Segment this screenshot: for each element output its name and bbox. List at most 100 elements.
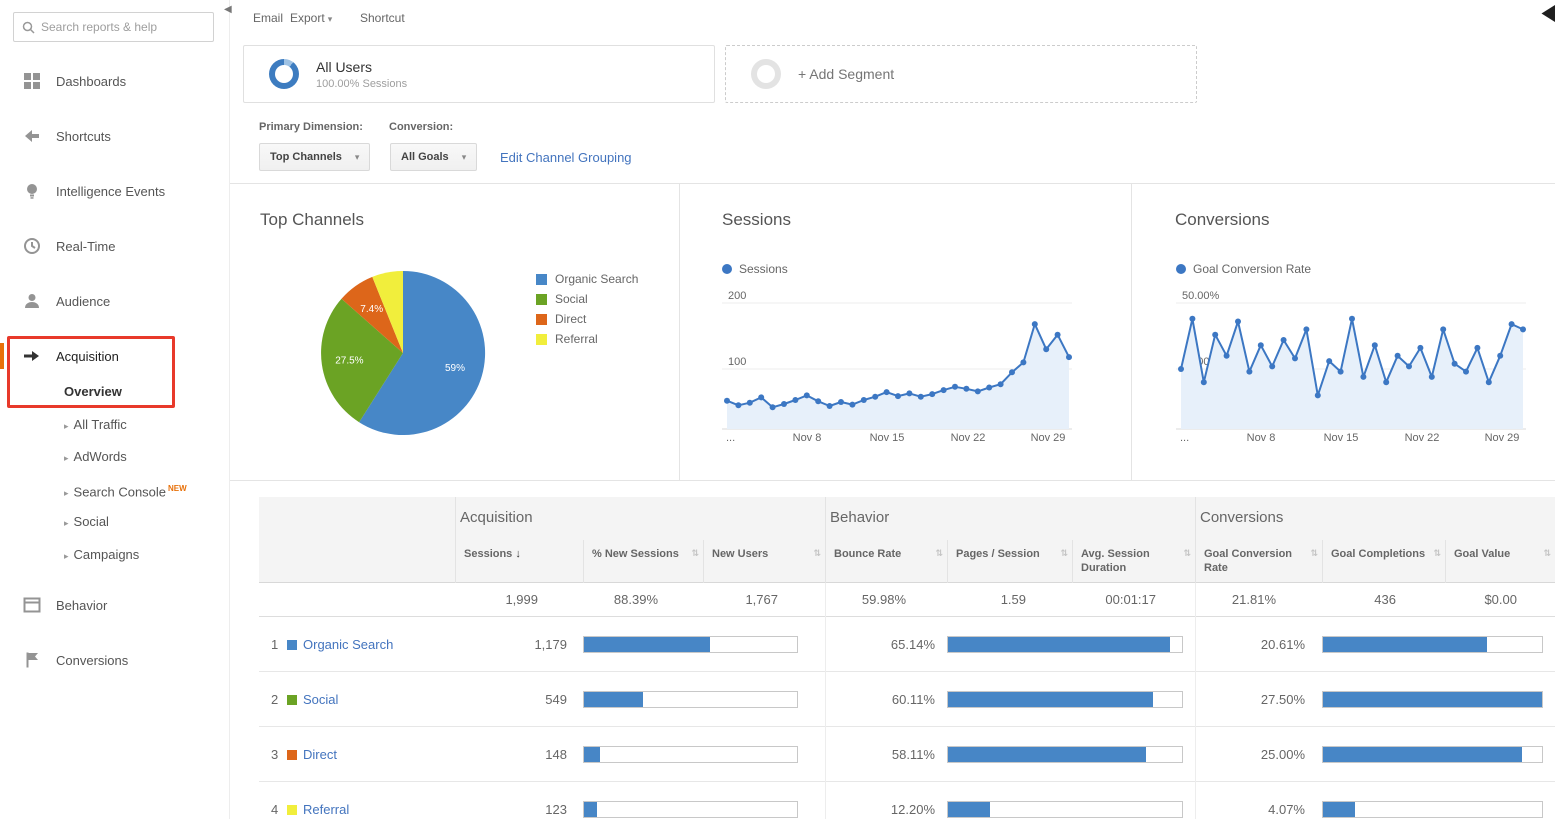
row-rank: 4: [271, 782, 278, 819]
totals-value: $0.00: [1416, 583, 1517, 617]
email-button[interactable]: Email: [253, 11, 283, 25]
edit-channel-grouping-link[interactable]: Edit Channel Grouping: [500, 150, 632, 165]
channel-color-swatch: [287, 640, 297, 650]
sidebar-item-real-time[interactable]: Real-Time: [0, 233, 230, 259]
column-header-bounce-rate[interactable]: Bounce Rate⇅: [825, 540, 947, 583]
sidebar-item-overview[interactable]: Overview: [0, 380, 230, 404]
sidebar-collapse-button[interactable]: ◀: [224, 4, 232, 15]
sidebar-item-shortcuts[interactable]: Shortcuts: [0, 123, 230, 149]
channel-link[interactable]: Referral: [303, 782, 349, 819]
header-divider: [1195, 497, 1196, 540]
group-conversions: Conversions: [1200, 509, 1283, 526]
sidebar-item-label: Campaigns: [74, 547, 140, 562]
sort-icon: ⇅: [1433, 548, 1441, 560]
sidebar-item-audience[interactable]: Audience: [0, 288, 230, 314]
legend-item: Organic Search: [536, 269, 638, 289]
triangle-right-icon: ▸: [64, 518, 69, 528]
triangle-right-icon: ▸: [64, 453, 69, 463]
sidebar-item-campaigns[interactable]: ▸Campaigns: [0, 543, 230, 567]
column-header-new-users[interactable]: New Users⇅: [703, 540, 825, 583]
svg-text:7.4%: 7.4%: [360, 304, 383, 315]
goal-rate-value: 4.07%: [1195, 782, 1305, 819]
segment-donut-icon: [269, 59, 299, 89]
channel-link[interactable]: Direct: [303, 727, 337, 782]
group-acquisition: Acquisition: [460, 509, 533, 526]
lightbulb-icon: [23, 182, 41, 200]
sidebar-item-conversions[interactable]: Conversions: [0, 647, 230, 673]
primary-dimension-label: Primary Dimension:: [259, 121, 363, 133]
triangle-right-icon: ▸: [64, 421, 69, 431]
legend-item: Direct: [536, 309, 638, 329]
bounce-rate-bar: [947, 636, 1183, 653]
channels-pie-chart: 59%27.5%7.4%: [318, 268, 488, 438]
sessions-value: 1,179: [455, 617, 567, 672]
conversions-line-chart: 25.00%50.00%...Nov 8Nov 15Nov 22Nov 29: [1168, 288, 1534, 446]
channels-table: Acquisition Behavior Conversions Session…: [230, 497, 1555, 819]
svg-text:200: 200: [728, 290, 746, 302]
sidebar-item-label: Intelligence Events: [56, 184, 165, 199]
column-header-goal-completions[interactable]: Goal Completions⇅: [1322, 540, 1445, 583]
flag-icon: [23, 651, 41, 669]
sidebar-item-behavior[interactable]: Behavior: [0, 592, 230, 618]
table-row: 1 Organic Search 1,179 65.14% 20.61%: [259, 617, 1555, 672]
legend-item: Referral: [536, 329, 638, 349]
column-header-avg-session-duration[interactable]: Avg. Session Duration⇅: [1072, 540, 1195, 583]
sidebar-item-search-console[interactable]: ▸Search ConsoleNEW: [0, 477, 230, 501]
column-header-pages-session[interactable]: Pages / Session⇅: [947, 540, 1072, 583]
column-header-goal-conversion-rate[interactable]: Goal Conversion Rate⇅: [1195, 540, 1322, 583]
search-icon: [22, 21, 35, 34]
svg-text:Nov 22: Nov 22: [1405, 432, 1440, 444]
add-segment-button[interactable]: + Add Segment: [725, 45, 1197, 103]
svg-text:...: ...: [1180, 432, 1189, 444]
sidebar-item-all-traffic[interactable]: ▸All Traffic: [0, 413, 230, 437]
bounce-rate-value: 65.14%: [825, 617, 935, 672]
export-button[interactable]: Export▾: [290, 11, 332, 25]
search-input[interactable]: [41, 20, 205, 34]
row-rank: 1: [271, 617, 278, 672]
goal-rate-bar: [1322, 801, 1543, 818]
column-header-goal-value[interactable]: Goal Value⇅: [1445, 540, 1555, 583]
dashboards-icon: [23, 72, 41, 90]
column-header-sessions[interactable]: Sessions↓: [455, 540, 583, 583]
conversion-label: Conversion:: [389, 121, 453, 133]
bounce-rate-bar: [947, 746, 1183, 763]
goal-rate-value: 25.00%: [1195, 727, 1305, 782]
megaphone-icon[interactable]: [1540, 5, 1555, 22]
sidebar-item-dashboards[interactable]: Dashboards: [0, 68, 230, 94]
svg-text:50.00%: 50.00%: [1182, 290, 1220, 302]
primary-dimension-value: Top Channels: [270, 151, 342, 163]
channel-link[interactable]: Social: [303, 672, 338, 727]
add-segment-label: + Add Segment: [798, 66, 894, 82]
panel-divider: [679, 184, 680, 480]
panel-divider: [1131, 184, 1132, 480]
sidebar-item-label: Shortcuts: [56, 129, 111, 144]
search-box[interactable]: [13, 12, 214, 42]
totals-value: 21.81%: [1166, 583, 1276, 617]
svg-text:Nov 8: Nov 8: [1247, 432, 1276, 444]
sidebar-item-acquisition[interactable]: Acquisition: [0, 343, 230, 369]
goal-rate-bar: [1322, 691, 1543, 708]
sidebar-item-label: Overview: [64, 384, 122, 399]
sidebar-item-label: Conversions: [56, 653, 128, 668]
sidebar-item-adwords[interactable]: ▸AdWords: [0, 445, 230, 469]
legend-swatch: [536, 274, 547, 285]
primary-dimension-select[interactable]: Top Channels▾: [259, 143, 370, 171]
totals-value: 1,999: [426, 583, 538, 617]
bounce-rate-bar: [947, 691, 1183, 708]
sidebar-item-intelligence-events[interactable]: Intelligence Events: [0, 178, 230, 204]
sort-icon: ⇅: [1060, 548, 1068, 560]
body-divider: [1195, 583, 1196, 819]
sidebar-item-label: Audience: [56, 294, 110, 309]
pie-legend: Organic Search Social Direct Referral: [536, 269, 638, 349]
channel-link[interactable]: Organic Search: [303, 617, 393, 672]
conversion-select[interactable]: All Goals▾: [390, 143, 477, 171]
legend-label: Sessions: [739, 262, 788, 276]
legend-dot: [1176, 264, 1186, 274]
column-header-new-sessions[interactable]: % New Sessions⇅: [583, 540, 703, 583]
table-row: 3 Direct 148 58.11% 25.00%: [259, 727, 1555, 782]
segment-all-users[interactable]: All Users 100.00% Sessions: [243, 45, 715, 103]
legend-dot: [722, 264, 732, 274]
sidebar-item-social[interactable]: ▸Social: [0, 510, 230, 534]
goal-rate-bar: [1322, 746, 1543, 763]
shortcut-button[interactable]: Shortcut: [360, 11, 405, 25]
